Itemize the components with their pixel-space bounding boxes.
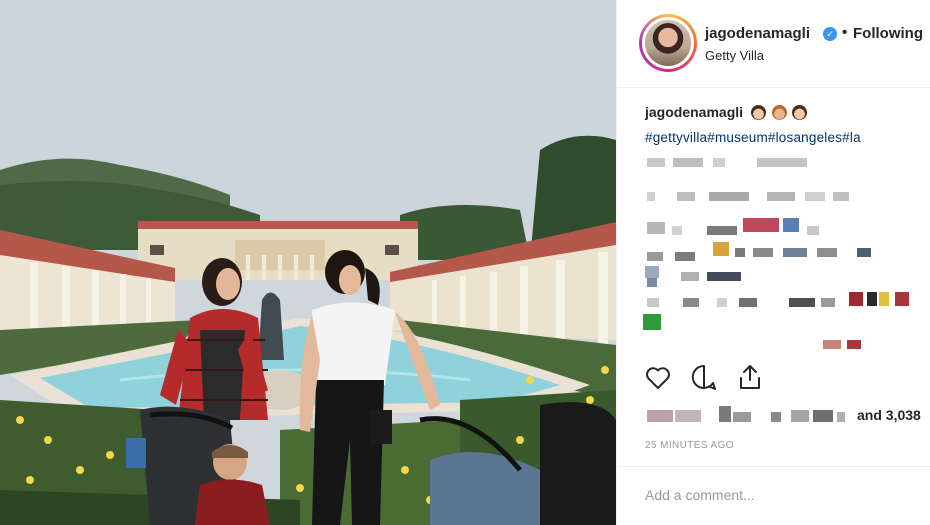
following-button[interactable]: Following <box>853 25 923 42</box>
obscured-liker-name <box>791 410 809 422</box>
caption: jagodenamagli #gettyvilla#museum#losange… <box>645 104 925 145</box>
emoji-group <box>751 105 808 125</box>
woman-face-emoji-icon <box>792 105 808 120</box>
comment-box <box>617 466 930 525</box>
dot-separator: • <box>842 24 848 41</box>
post-photo[interactable] <box>0 0 616 525</box>
add-comment-input[interactable] <box>645 487 915 503</box>
hashtag-links[interactable]: #gettyvilla#museum#losangeles#la <box>645 130 925 145</box>
comment-button[interactable] <box>689 362 721 394</box>
avatar[interactable] <box>642 17 694 69</box>
likes-line: and 3,038 <box>645 406 930 424</box>
story-ring[interactable] <box>639 14 697 72</box>
caption-username-link[interactable]: jagodenamagli <box>645 104 743 120</box>
obscured-liker-name <box>837 412 845 422</box>
post-header: jagodenamagli ✓ • Following Getty Villa <box>617 0 930 88</box>
like-button[interactable] <box>643 362 675 394</box>
comment-bubble-icon <box>691 364 716 390</box>
obscured-liker-name <box>771 412 781 422</box>
obscured-liker-name <box>647 410 673 422</box>
getty-villa-photo <box>0 0 616 525</box>
obscured-liker-name <box>733 412 751 422</box>
woman-face-emoji-icon <box>771 105 787 120</box>
post-actions <box>643 362 763 394</box>
likes-count-link[interactable]: and 3,038 <box>857 407 921 423</box>
post-sidebar: jagodenamagli ✓ • Following Getty Villa … <box>616 0 930 525</box>
share-button[interactable] <box>735 362 767 394</box>
woman-face-emoji-icon <box>751 105 767 120</box>
location-link[interactable]: Getty Villa <box>705 48 764 63</box>
obscured-liker-name <box>813 410 833 422</box>
share-icon <box>740 365 760 389</box>
post-timestamp[interactable]: 25 MINUTES AGO <box>645 440 734 451</box>
heart-icon <box>646 367 670 389</box>
obscured-liker-name <box>719 406 731 422</box>
verified-badge-icon: ✓ <box>823 27 837 41</box>
obscured-liker-name <box>675 410 701 422</box>
header-username-link[interactable]: jagodenamagli <box>705 25 810 42</box>
